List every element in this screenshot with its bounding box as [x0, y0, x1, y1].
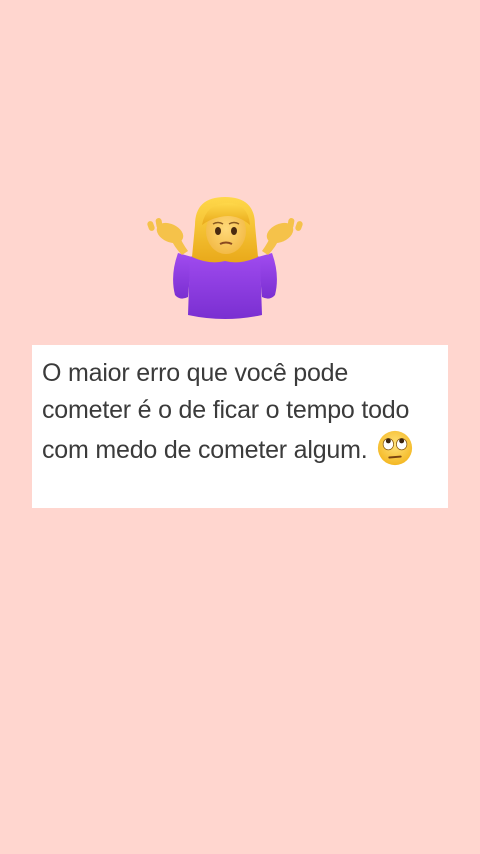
story-canvas: O maior erro que você pode cometer é o d…: [0, 0, 480, 854]
person-shrugging-icon: [147, 197, 303, 319]
quote-text: O maior erro que você pode cometer é o d…: [42, 359, 410, 464]
quote-card: O maior erro que você pode cometer é o d…: [32, 345, 448, 508]
face-with-rolling-eyes-icon: [378, 430, 413, 466]
quote-paragraph: O maior erro que você pode cometer é o d…: [42, 355, 436, 469]
